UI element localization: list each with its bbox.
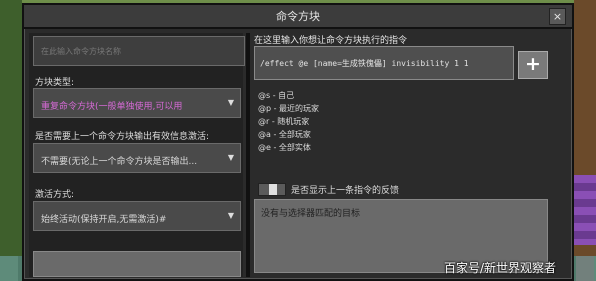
feedback-toggle[interactable] [258,183,286,196]
conditional-dropdown[interactable]: 不需要(无论上一个命令方块是否输出... ▼ [33,143,241,173]
command-input[interactable]: /effect @e [name=生成铁傀儡] invisibility 1 1 [254,46,514,80]
block-name-input[interactable]: 在此输入命令方块名称 [33,36,245,66]
settings-panel: 在此输入命令方块名称 方块类型: 重复命令方块(一般单独使用,可以用 ▼ 是否需… [29,33,245,277]
block-type-value: 重复命令方块(一般单独使用,可以用 [41,102,183,112]
chevron-down-icon: ▼ [227,211,234,220]
selector-item: @a - 全部玩家 [258,130,311,139]
selector-item: @e - 全部实体 [258,143,311,152]
bottom-action-button[interactable] [33,251,241,277]
command-prompt: 在这里输入你想让命令方块执行的指令 [254,36,408,46]
selector-item: @r - 随机玩家 [258,117,310,126]
chevron-down-icon: ▼ [227,153,234,162]
feedback-toggle-label: 是否显示上一条指令的反馈 [291,186,400,196]
close-button[interactable]: × [549,8,566,25]
feedback-toggle-row: 是否显示上一条指令的反馈 [258,183,399,196]
command-block-dialog: 命令方块 × 在此输入命令方块名称 方块类型: 重复命令方块(一般单独使用,可以… [22,3,574,281]
conditional-label: 是否需要上一个命令方块输出有效信息激活: [35,132,210,142]
panel-divider [246,33,250,277]
selector-item: @s - 自己 [258,91,295,100]
plus-icon: + [525,53,541,75]
title-bar: 命令方块 × [24,5,572,29]
selector-item: @p - 最近的玩家 [258,104,320,113]
dialog-title: 命令方块 [276,10,320,23]
add-button[interactable]: + [518,51,548,79]
block-type-dropdown[interactable]: 重复命令方块(一般单独使用,可以用 ▼ [33,88,241,118]
selector-list: @s - 自己 @p - 最近的玩家 @r - 随机玩家 @a - 全部玩家 @… [258,89,319,154]
block-type-label: 方块类型: [35,78,75,88]
watermark: 百家号/新世界观察者 [444,261,557,275]
activation-label: 激活方式: [35,190,75,200]
chevron-down-icon: ▼ [227,98,234,107]
close-icon: × [552,10,563,23]
activation-value: 始终活动(保持开启,无需激活)# [41,215,167,225]
toggle-knob [269,184,277,195]
conditional-value: 不需要(无论上一个命令方块是否输出... [41,157,198,167]
command-panel: 在这里输入你想让命令方块执行的指令 /effect @e [name=生成铁傀儡… [252,33,572,277]
activation-dropdown[interactable]: 始终活动(保持开启,无需激活)# ▼ [33,201,241,231]
